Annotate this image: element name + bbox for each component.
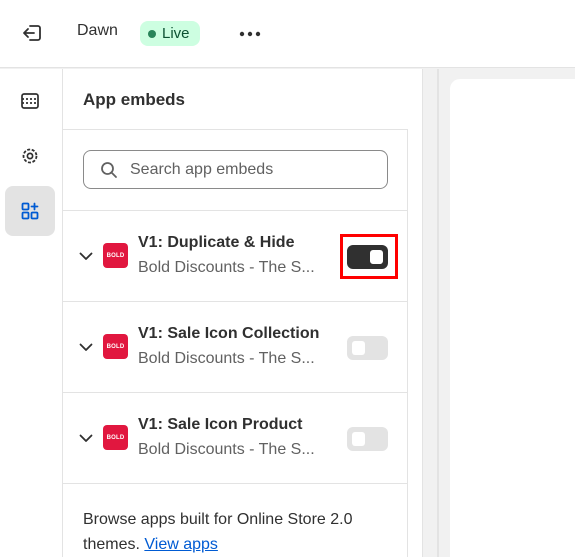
app-embeds-icon [21, 202, 39, 220]
embed-subtitle: Bold Discounts - The S... [138, 259, 315, 276]
live-dot-icon [148, 29, 156, 38]
left-rail [0, 69, 63, 557]
embed-toggle[interactable] [347, 427, 388, 451]
live-badge-label: Live [162, 25, 190, 42]
live-status-badge: Live [140, 21, 200, 46]
app-embeds-panel: App embeds BOLD V1: Duplicate & Hide Bol… [63, 69, 423, 557]
toggle-knob [352, 432, 365, 446]
sections-icon [21, 93, 39, 109]
rail-item-sections[interactable] [5, 76, 55, 126]
embed-item-sale-icon-product: BOLD V1: Sale Icon Product Bold Discount… [63, 392, 408, 483]
bold-logo-icon: BOLD [103, 334, 128, 359]
toggle-knob [370, 250, 383, 264]
toggle-knob [352, 341, 365, 355]
search-icon [101, 161, 117, 178]
embed-toggle[interactable] [347, 245, 388, 269]
rail-item-settings[interactable] [5, 131, 55, 181]
expand-button[interactable] [77, 338, 95, 356]
browse-apps-note: Browse apps built for Online Store 2.0 t… [83, 507, 403, 557]
embed-toggle[interactable] [347, 336, 388, 360]
chevron-down-icon [79, 252, 93, 260]
embed-subtitle: Bold Discounts - The S... [138, 350, 315, 367]
exit-icon [23, 25, 41, 41]
expand-button[interactable] [77, 429, 95, 447]
chevron-down-icon [79, 434, 93, 442]
bold-logo-icon: BOLD [103, 425, 128, 450]
embed-title: V1: Sale Icon Product [138, 416, 303, 433]
search-input[interactable] [130, 160, 360, 179]
bold-logo-icon: BOLD [103, 243, 128, 268]
theme-preview[interactable] [450, 79, 575, 557]
embed-item-sale-icon-collection: BOLD V1: Sale Icon Collection Bold Disco… [63, 301, 408, 392]
embed-title: V1: Sale Icon Collection [138, 325, 320, 342]
search-field[interactable] [83, 150, 388, 189]
chevron-down-icon [79, 343, 93, 351]
expand-button[interactable] [77, 247, 95, 265]
panel-scrollbar[interactable] [437, 69, 439, 557]
more-horizontal-icon [239, 31, 261, 37]
embed-item-duplicate-hide: BOLD V1: Duplicate & Hide Bold Discounts… [63, 210, 408, 301]
preview-gutter [423, 69, 437, 557]
app-embeds-list: BOLD V1: Duplicate & Hide Bold Discounts… [63, 129, 408, 557]
rail-item-app-embeds[interactable] [5, 186, 55, 236]
top-bar: Dawn Live [0, 0, 575, 68]
more-actions-button[interactable] [236, 20, 264, 48]
embed-subtitle: Bold Discounts - The S... [138, 441, 315, 458]
embed-title: V1: Duplicate & Hide [138, 234, 295, 251]
view-apps-link[interactable]: View apps [144, 536, 218, 553]
theme-name: Dawn [77, 22, 118, 39]
settings-icon [22, 148, 38, 164]
exit-button[interactable] [18, 19, 46, 47]
panel-title: App embeds [83, 90, 186, 109]
